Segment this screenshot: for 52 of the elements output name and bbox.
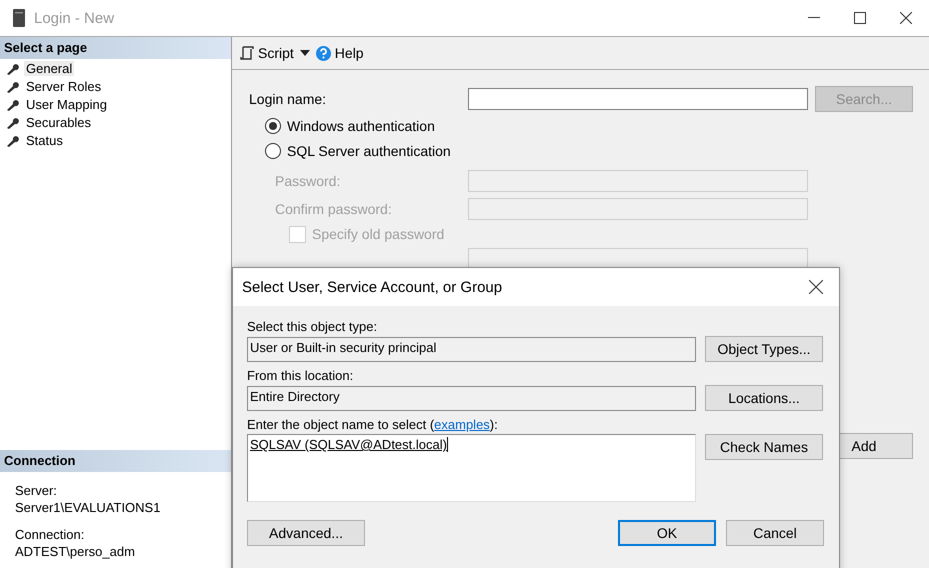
wrench-icon [6, 98, 19, 110]
radio-label: SQL Server authentication [287, 142, 451, 158]
minimize-icon [808, 17, 820, 19]
location-field: Entire Directory [247, 386, 696, 410]
wrench-icon [6, 62, 19, 74]
connection-header: Connection [0, 450, 231, 472]
object-name-field[interactable]: SQLSAV (SQLSAV@ADtest.local) [247, 434, 696, 502]
radio-label: Windows authentication [287, 118, 435, 134]
caret-icon[interactable] [300, 50, 310, 56]
ok-button[interactable]: OK [618, 520, 716, 546]
locations-button[interactable]: Locations... [705, 385, 823, 411]
location-label: From this location: [247, 368, 354, 385]
dialog-title: Select User, Service Account, or Group [242, 278, 504, 296]
wrench-icon [6, 134, 19, 146]
connection-label: Connection: [15, 526, 86, 543]
server-icon [12, 9, 26, 27]
radio-button[interactable] [265, 142, 281, 158]
login-name-field[interactable] [468, 88, 808, 110]
wrench-icon [6, 116, 19, 128]
connection-value: ADTEST\perso_adm [15, 543, 136, 560]
page-item[interactable]: User Mapping [24, 96, 109, 112]
object-types-button[interactable]: Object Types... [705, 336, 823, 362]
connection-value: Server1\EVALUATIONS1 [15, 499, 162, 516]
password-field[interactable] [468, 170, 808, 192]
check-names-button[interactable]: Check Names [705, 434, 823, 460]
advanced-button[interactable]: Advanced... [247, 520, 365, 546]
examples-link[interactable]: examples [434, 417, 490, 432]
page-item[interactable]: Securables [24, 114, 94, 130]
object-type-label: Select this object type: [247, 319, 378, 336]
sidebar-header: Select a page [0, 37, 231, 59]
wrench-icon [6, 80, 19, 92]
close-icon [900, 12, 912, 24]
confirm-password-field[interactable] [468, 198, 808, 220]
page-item[interactable]: General [24, 60, 74, 76]
login-name-label: Login name: [249, 91, 328, 107]
checkbox-label: Specify old password [312, 226, 446, 242]
object-name-label: Enter the object name to select (examples): [247, 417, 499, 434]
object-type-field: User or Built-in security principal [247, 336, 696, 362]
cancel-button[interactable]: Cancel [726, 520, 824, 546]
window-title: Login - New [34, 10, 116, 26]
connection-label: Server: [15, 482, 58, 499]
page-item[interactable]: Server Roles [24, 78, 104, 94]
password-label: Password: [274, 173, 342, 189]
help-button[interactable]: Help [316, 45, 364, 61]
help-icon [316, 46, 331, 60]
close-icon [809, 280, 823, 294]
maximize-icon [854, 12, 866, 24]
confirm-password-label: Confirm password: [274, 201, 393, 217]
page-item[interactable]: Status [24, 132, 65, 148]
radio-button[interactable] [265, 118, 281, 134]
script-button[interactable]: Script [240, 45, 294, 61]
script-icon [240, 46, 254, 60]
